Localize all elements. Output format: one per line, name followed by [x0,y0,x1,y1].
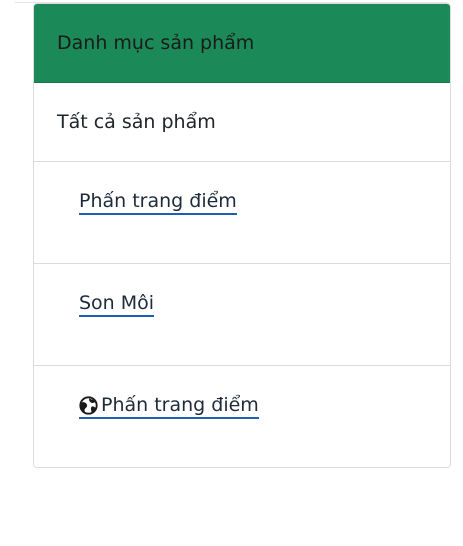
category-panel-title: Danh mục sản phẩm [57,32,255,54]
category-link-label: Son Môi [79,292,155,314]
globe-icon [79,395,98,415]
category-link-makeup-powder-2[interactable]: Phấn trang điểm [79,394,259,419]
category-item-lipstick: Son Môi [34,264,450,366]
all-products-row[interactable]: Tất cả sản phẩm [34,83,450,162]
all-products-label: Tất cả sản phẩm [57,111,216,133]
category-item-makeup-powder-2: Phấn trang điểm [34,366,450,467]
category-link-makeup-powder[interactable]: Phấn trang điểm [79,190,237,215]
category-panel: Danh mục sản phẩm Tất cả sản phẩm Phấn t… [33,3,451,468]
category-item-makeup-powder: Phấn trang điểm [34,162,450,264]
category-link-lipstick[interactable]: Son Môi [79,292,155,317]
category-panel-header: Danh mục sản phẩm [34,4,450,83]
category-link-label: Phấn trang điểm [79,190,237,212]
category-link-label: Phấn trang điểm [101,394,259,416]
